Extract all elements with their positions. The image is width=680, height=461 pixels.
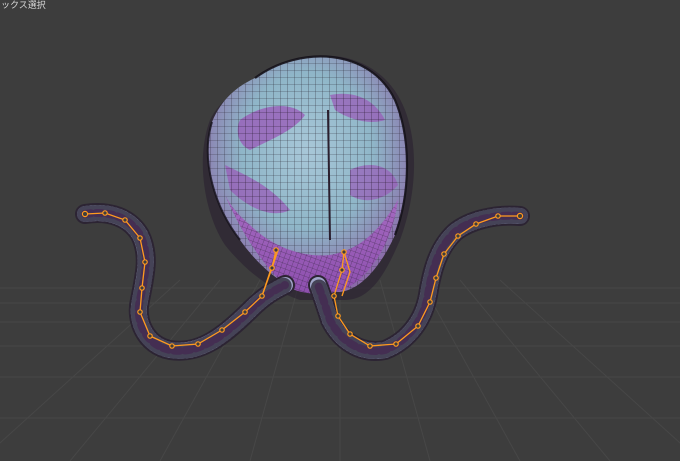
floor-grid <box>0 279 680 461</box>
viewport-mode-label: ックス選択 <box>1 1 46 11</box>
3d-viewport[interactable]: ックス選択 <box>0 0 680 461</box>
viewport-scene[interactable] <box>0 0 680 461</box>
